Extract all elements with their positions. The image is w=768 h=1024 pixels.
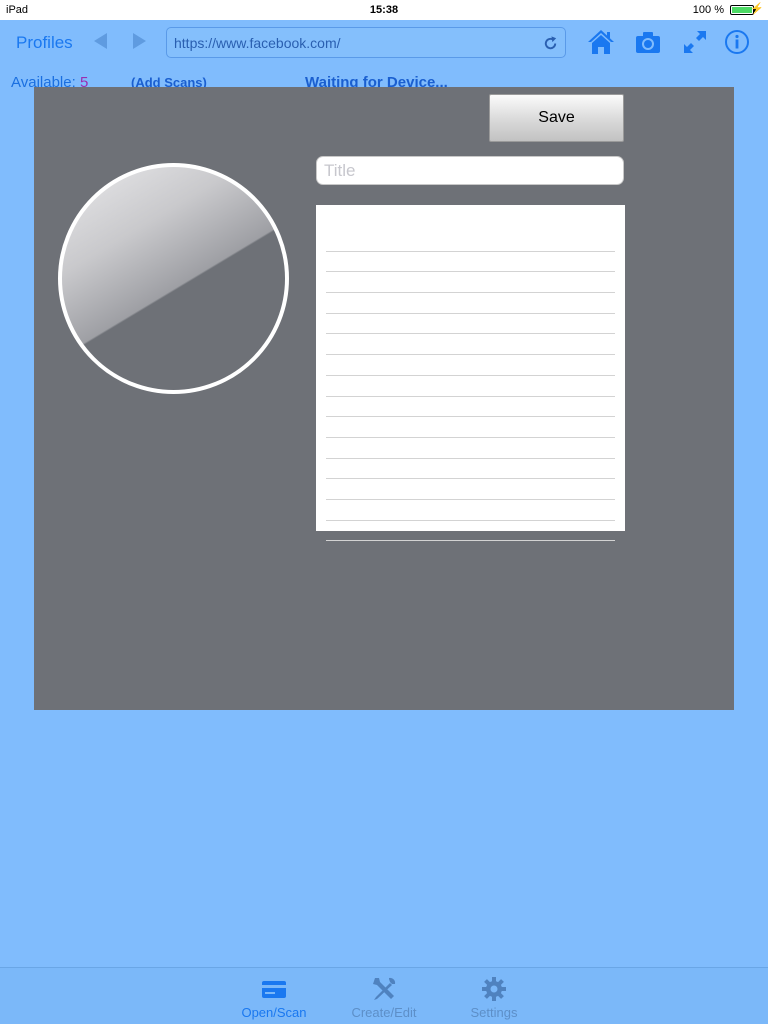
title-input[interactable]: [316, 156, 624, 185]
toolbar: Profiles https://www.facebook.com/: [0, 20, 768, 64]
notes-rule: [326, 417, 615, 438]
notes-rule: [326, 314, 615, 335]
tools-icon: [373, 977, 396, 1000]
tab-settings[interactable]: Settings: [449, 975, 539, 1023]
expand-icon[interactable]: [681, 28, 709, 56]
gear-icon: [482, 977, 506, 1001]
camera-icon[interactable]: [634, 28, 662, 56]
notes-area[interactable]: [316, 205, 625, 542]
reload-icon[interactable]: [542, 35, 559, 52]
battery-percent: 100 %: [692, 4, 724, 16]
notes-rule: [326, 252, 615, 273]
charging-icon: ⚡: [750, 3, 764, 15]
edit-modal: Save: [34, 87, 734, 710]
tab-open-scan[interactable]: Open/Scan: [229, 975, 319, 1023]
notes-rule: [326, 334, 615, 356]
info-icon[interactable]: [723, 28, 751, 56]
forward-arrow-icon[interactable]: [130, 32, 148, 50]
notes-rule: [326, 500, 615, 521]
save-button[interactable]: Save: [489, 94, 624, 142]
tab-label: Open/Scan: [241, 1005, 307, 1020]
notes-rule: [326, 479, 615, 500]
url-text[interactable]: https://www.facebook.com/: [174, 35, 341, 51]
notes-rule: [326, 397, 615, 418]
url-field[interactable]: https://www.facebook.com/: [166, 27, 566, 58]
notes-rule: [326, 293, 615, 314]
tab-create-edit[interactable]: Create/Edit: [339, 975, 429, 1023]
notes-rule: [326, 521, 615, 542]
clock: 15:38: [369, 4, 399, 16]
tab-bar: Open/Scan Create/Edit Settings: [0, 967, 768, 1024]
back-arrow-icon[interactable]: [92, 32, 110, 50]
tab-label: Settings: [470, 1005, 518, 1020]
status-bar: iPad 15:38 100 % ⚡: [0, 0, 768, 20]
notes-rule: [326, 376, 615, 397]
notes-rule: [326, 459, 615, 480]
notes-rule: [326, 231, 615, 252]
notes-rule: [326, 355, 615, 376]
notes-rule: [326, 272, 615, 294]
photo-placeholder[interactable]: [58, 163, 289, 394]
home-icon[interactable]: [587, 28, 615, 56]
profiles-button[interactable]: Profiles: [16, 33, 73, 53]
notes-rule: [326, 438, 615, 459]
card-icon: [262, 981, 286, 998]
tab-label: Create/Edit: [351, 1005, 417, 1020]
